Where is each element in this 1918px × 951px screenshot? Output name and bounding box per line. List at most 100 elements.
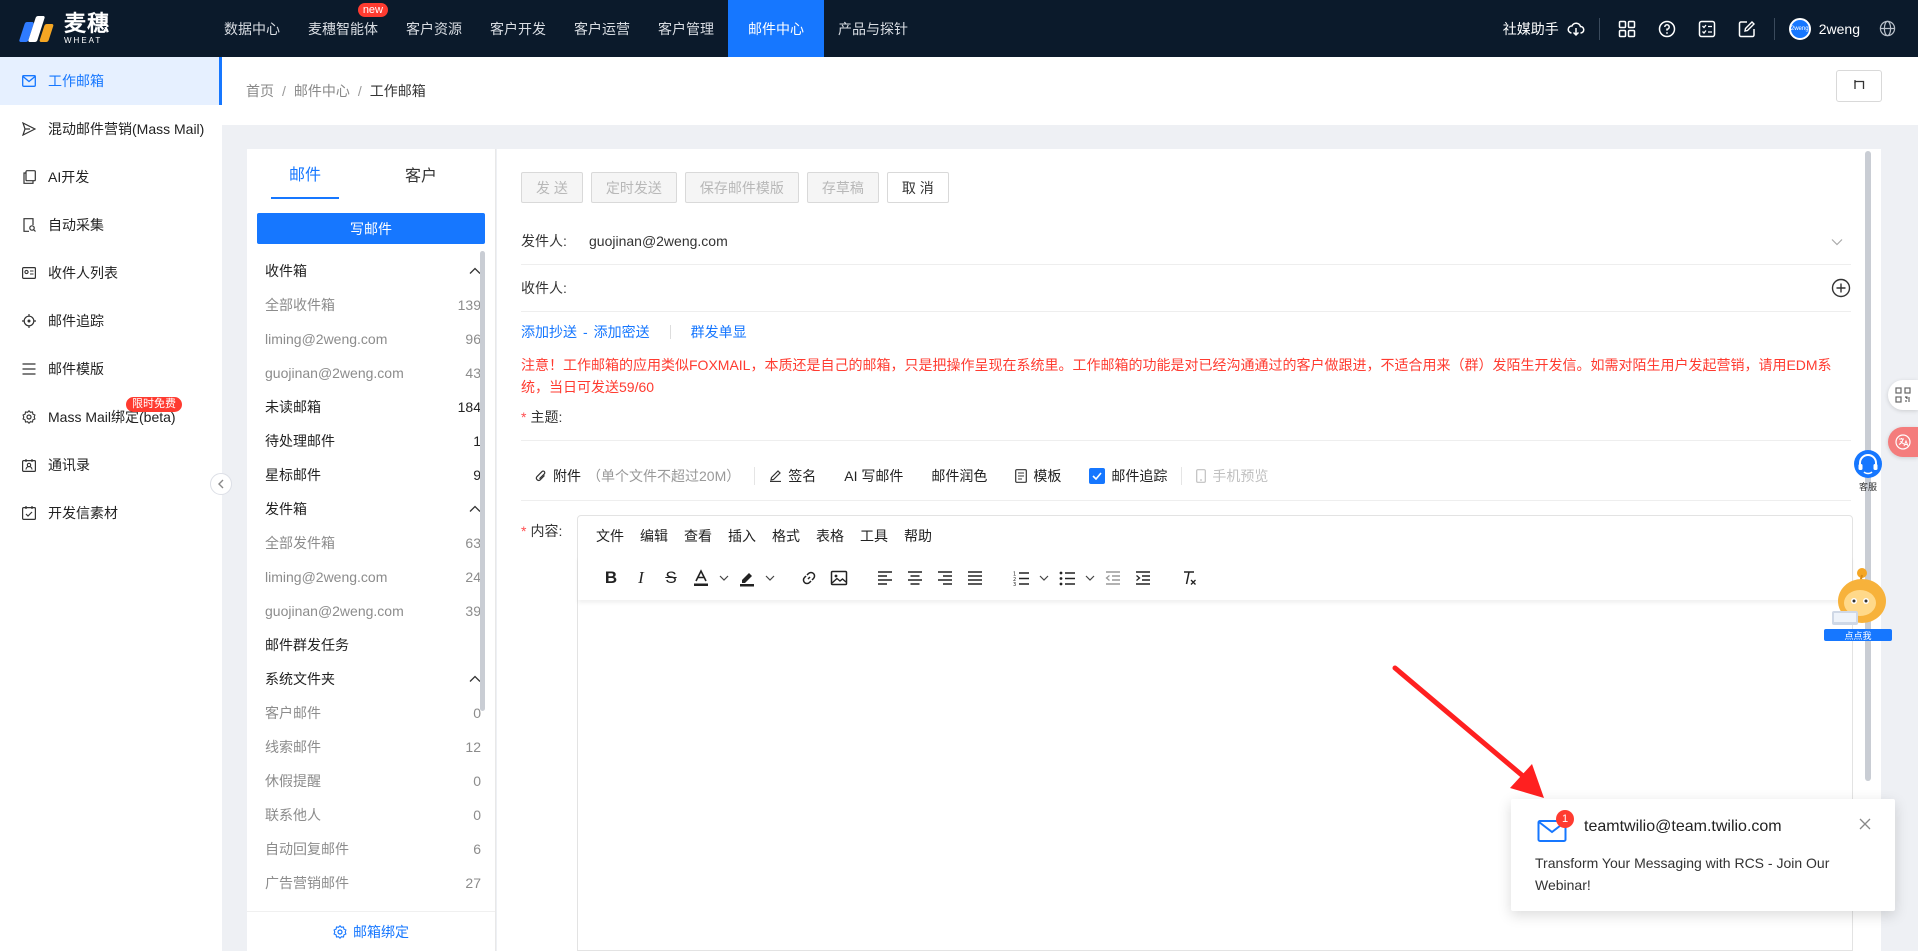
folder-item[interactable]: 线索邮件 12 [265, 730, 481, 764]
highlight-icon[interactable] [732, 563, 762, 593]
folder-item[interactable]: 广告营销邮件 27 [265, 866, 481, 900]
align-left-icon[interactable] [870, 563, 900, 593]
folder-group-inbox[interactable]: 收件箱 [265, 254, 481, 288]
globe-icon[interactable] [1874, 16, 1900, 42]
ai-write-button[interactable]: AI 写邮件 [830, 466, 917, 486]
text-color-icon[interactable] [686, 563, 716, 593]
nav-customer-operation[interactable]: 客户运营 [560, 0, 644, 57]
editor-menu-edit[interactable]: 编辑 [640, 526, 668, 546]
attach-button[interactable]: 附件 （单个文件不超过20M） [521, 466, 754, 486]
mail-notification[interactable]: 1 teamtwilio@team.twilio.com Transform Y… [1511, 799, 1895, 911]
nav-customer-development[interactable]: 客户开发 [476, 0, 560, 57]
chevron-down-icon[interactable] [716, 563, 732, 593]
return-button[interactable] [1836, 70, 1882, 102]
single-send-link[interactable]: 群发单显 [691, 322, 747, 342]
sidebar-item-mass-mail-binding[interactable]: Mass Mail绑定(beta) 限时免费 [0, 393, 222, 441]
image-icon[interactable] [824, 563, 854, 593]
folder-item[interactable]: guojinan@2weng.com 39 [265, 594, 481, 628]
mascot-assistant[interactable]: 点点我 [1822, 565, 1894, 641]
user-menu[interactable]: 2weng 2weng [1788, 17, 1860, 40]
editor-menu-format[interactable]: 格式 [772, 526, 800, 546]
sidebar-item-mail-tracking[interactable]: 邮件追踪 [0, 297, 222, 345]
chevron-down-icon[interactable] [762, 563, 778, 593]
editor-menu-view[interactable]: 查看 [684, 526, 712, 546]
folder-item[interactable]: 全部发件箱 63 [265, 526, 481, 560]
edit-note-icon[interactable] [1734, 16, 1760, 42]
folder-item[interactable]: 待处理邮件 1 [265, 424, 481, 458]
folder-item[interactable]: 未读邮箱 184 [265, 390, 481, 424]
align-right-icon[interactable] [930, 563, 960, 593]
numbered-list-icon[interactable]: 123 [1006, 563, 1036, 593]
folder-item[interactable]: guojinan@2weng.com 43 [265, 356, 481, 390]
sidebar-item-contacts[interactable]: 通讯录 [0, 441, 222, 489]
editor-menu-file[interactable]: 文件 [596, 526, 624, 546]
italic-icon[interactable]: I [626, 563, 656, 593]
chevron-down-icon[interactable] [1036, 563, 1052, 593]
add-circle-icon[interactable] [1831, 278, 1851, 298]
sidebar-item-mail-template[interactable]: 邮件模版 [0, 345, 222, 393]
compose-button[interactable]: 写邮件 [257, 213, 485, 244]
cancel-button[interactable]: 取 消 [886, 172, 949, 203]
align-justify-icon[interactable] [960, 563, 990, 593]
folder-item[interactable]: 邮件群发任务 [265, 628, 481, 662]
to-field[interactable]: 收件人: [521, 265, 1851, 312]
sidebar-item-recipient-list[interactable]: 收件人列表 [0, 249, 222, 297]
social-assistant-button[interactable]: 社媒助手 [1503, 19, 1585, 39]
tab-mail[interactable]: 邮件 [271, 149, 339, 199]
save-draft-button[interactable]: 存草稿 [806, 172, 879, 203]
apps-grid-icon[interactable] [1614, 16, 1640, 42]
from-field[interactable]: 发件人: guojinan@2weng.com [521, 218, 1851, 265]
folder-item[interactable]: 自动回复邮件 6 [265, 832, 481, 866]
subject-field[interactable]: * 主题: [521, 394, 1851, 441]
folder-item[interactable]: 全部收件箱 139 [265, 288, 481, 322]
folder-item[interactable]: liming@2weng.com 96 [265, 322, 481, 356]
sidebar-item-work-mailbox[interactable]: 工作邮箱 [0, 57, 222, 105]
folder-item[interactable]: 联系他人 0 [265, 798, 481, 832]
folder-scrollbar[interactable] [480, 251, 485, 711]
save-template-button[interactable]: 保存邮件模版 [684, 172, 799, 203]
editor-menu-insert[interactable]: 插入 [728, 526, 756, 546]
bullet-list-icon[interactable] [1052, 563, 1082, 593]
template-button[interactable]: 模板 [1001, 466, 1075, 486]
tracking-checkbox[interactable]: 邮件追踪 [1075, 466, 1181, 486]
sidebar-item-mass-mail[interactable]: 混动邮件营销(Mass Mail) [0, 105, 222, 153]
breadcrumb-home[interactable]: 首页 [246, 81, 274, 101]
signature-button[interactable]: 签名 [755, 466, 830, 486]
nav-ai-agent[interactable]: 麦穗智能体 new [294, 0, 392, 57]
sidebar-item-ai-dev[interactable]: AI开发 [0, 153, 222, 201]
nav-product-probe[interactable]: 产品与探针 [824, 0, 922, 57]
folder-item[interactable]: 客户邮件 0 [265, 696, 481, 730]
editor-menu-tools[interactable]: 工具 [860, 526, 888, 546]
send-button[interactable]: 发 送 [521, 172, 583, 203]
clear-format-icon[interactable] [1174, 563, 1204, 593]
nav-data-center[interactable]: 数据中心 [210, 0, 294, 57]
outdent-icon[interactable] [1098, 563, 1128, 593]
breadcrumb-mail-center[interactable]: 邮件中心 [294, 81, 350, 101]
folder-item[interactable]: liming@2weng.com 24 [265, 560, 481, 594]
sidebar-collapse-button[interactable] [210, 473, 232, 495]
mobile-preview-button[interactable]: 手机预览 [1182, 466, 1282, 486]
folder-item[interactable]: 休假提醒 0 [265, 764, 481, 798]
help-icon[interactable] [1654, 16, 1680, 42]
editor-menu-table[interactable]: 表格 [816, 526, 844, 546]
close-icon[interactable] [1859, 817, 1871, 835]
nav-mail-center[interactable]: 邮件中心 [728, 0, 824, 57]
sidebar-item-dev-materials[interactable]: 开发信素材 [0, 489, 222, 537]
polish-button[interactable]: 邮件润色 [917, 466, 1001, 486]
qr-code-button[interactable] [1888, 380, 1918, 410]
indent-icon[interactable] [1128, 563, 1158, 593]
customer-service-button[interactable]: 客服 [1850, 448, 1886, 493]
folder-item[interactable]: 星标邮件 9 [265, 458, 481, 492]
nav-customer-resources[interactable]: 客户资源 [392, 0, 476, 57]
chevron-down-icon[interactable] [1082, 563, 1098, 593]
strikethrough-icon[interactable]: S [656, 563, 686, 593]
add-bcc-link[interactable]: 添加密送 [594, 322, 650, 342]
sidebar-item-auto-collect[interactable]: 自动采集 [0, 201, 222, 249]
folder-group-sent[interactable]: 发件箱 [265, 492, 481, 526]
logo[interactable]: 麦穗 WHEAT [0, 0, 200, 57]
task-list-icon[interactable] [1694, 16, 1720, 42]
add-cc-link[interactable]: 添加抄送 [521, 322, 577, 342]
editor-menu-help[interactable]: 帮助 [904, 526, 932, 546]
tab-customer[interactable]: 客户 [371, 149, 471, 199]
bold-icon[interactable]: B [596, 563, 626, 593]
